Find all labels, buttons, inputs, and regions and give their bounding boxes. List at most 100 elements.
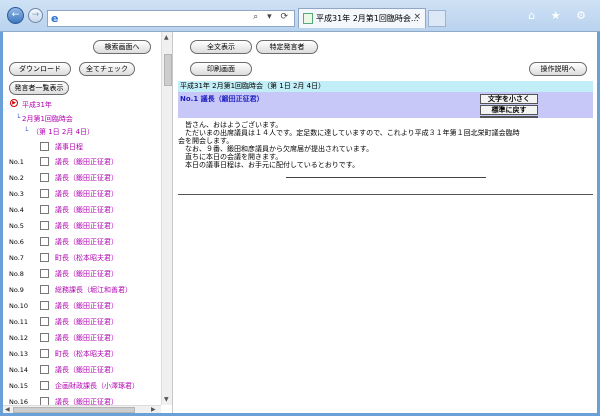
speech-checkbox[interactable] <box>40 349 49 358</box>
scroll-thumb[interactable] <box>13 407 135 413</box>
speech-checkbox[interactable] <box>40 365 49 374</box>
speech-checkbox[interactable] <box>40 301 49 310</box>
left-vertical-scrollbar[interactable]: ▲ ▼ <box>161 32 172 405</box>
tree-session[interactable]: 2月第1回臨時会 <box>22 114 73 124</box>
scroll-down-icon[interactable]: ▼ <box>164 396 169 403</box>
right-frame: 全文表示 特定発言者 印刷画面 操作説明へ 平成31年 2月第1回臨時会（第 1… <box>174 32 597 413</box>
text-smaller-button[interactable]: 文字を小さく <box>480 94 538 104</box>
speech-list-item[interactable]: No.12 議長（鍛田正征君） <box>9 331 164 347</box>
forward-arrow-icon: → <box>31 10 40 20</box>
speech-speaker[interactable]: 町長（松本昭夫君） <box>55 253 118 263</box>
speech-number: No.3 <box>9 190 24 198</box>
home-favorites-settings-icons[interactable]: ⌂ ★ ⚙ <box>528 9 592 22</box>
page-content: 検索画面へ ダウンロード 全てチェック 発言者一覧表示 ▶ 平成31年 └ 2月… <box>3 32 597 413</box>
close-tab-icon[interactable]: × <box>413 12 421 22</box>
speech-list-item[interactable]: No.8 議長（鍛田正征君） <box>9 267 164 283</box>
tree-day[interactable]: （第 1日 2月 4日） <box>32 127 94 137</box>
check-all-button[interactable]: 全てチェック <box>79 62 135 76</box>
speech-heading: No.1 議長（鍛田正征君） 文字を小さく 標準に戻す 文字を大きく <box>178 92 593 118</box>
speech-speaker[interactable]: 企画財政課長（小澤琢君） <box>55 381 139 391</box>
speech-checkbox[interactable] <box>40 189 49 198</box>
speech-list-item[interactable]: No.2 議長（鍛田正征君） <box>9 171 164 187</box>
speech-number: No.12 <box>9 334 29 342</box>
speech-line: 皆さん、おはようございます。 <box>178 121 283 129</box>
left-horizontal-scrollbar[interactable]: ◀ ▶ <box>3 405 161 413</box>
speech-checkbox[interactable] <box>40 237 49 246</box>
help-button[interactable]: 操作説明へ <box>529 62 587 76</box>
speech-speaker[interactable]: 総務課長（堀江和善君） <box>55 285 132 295</box>
browser-tab[interactable]: 平成31年 2月第1回臨時会... × <box>298 8 426 28</box>
speech-list-item[interactable]: No.5 議長（鍛田正征君） <box>9 219 164 235</box>
speech-checkbox[interactable] <box>40 333 49 342</box>
scroll-right-icon[interactable]: ▶ <box>151 406 156 413</box>
address-tools-icons[interactable]: ⌕ ▾ ⟳ <box>253 12 291 22</box>
tree-year[interactable]: 平成31年 <box>22 100 52 110</box>
address-bar[interactable]: e ⌕ ▾ ⟳ <box>47 10 295 27</box>
minutes-header: 平成31年 2月第1回臨時会（第 1日 2月 4日） <box>178 81 593 92</box>
speech-checkbox[interactable] <box>40 221 49 230</box>
speech-number: No.14 <box>9 366 29 374</box>
text-default-button[interactable]: 標準に戻す <box>480 105 538 115</box>
scroll-left-icon[interactable]: ◀ <box>5 406 10 413</box>
left-frame: 検索画面へ ダウンロード 全てチェック 発言者一覧表示 ▶ 平成31年 └ 2月… <box>3 32 173 413</box>
text-larger-button[interactable]: 文字を大きく <box>480 116 538 118</box>
speech-checkbox[interactable] <box>40 205 49 214</box>
tab-title: 平成31年 2月第1回臨時会... <box>316 14 419 23</box>
speech-speaker[interactable]: 町長（松本昭夫君） <box>55 349 118 359</box>
speech-body: 皆さん、おはようございます。 ただいまの出席議員は１４人です。定足数に達していま… <box>178 121 590 169</box>
speech-speaker[interactable]: 議長（鍛田正征君） <box>55 317 118 327</box>
speech-line: 会を開会します。 <box>178 137 234 145</box>
speech-checkbox[interactable] <box>40 381 49 390</box>
speech-list-item[interactable]: No.10 議長（鍛田正征君） <box>9 299 164 315</box>
speech-list-item[interactable]: No.11 議長（鍛田正征君） <box>9 315 164 331</box>
speech-checkbox[interactable] <box>40 269 49 278</box>
speaker-list-button[interactable]: 発言者一覧表示 <box>9 81 69 95</box>
speech-checkbox[interactable] <box>40 285 49 294</box>
speech-list-item[interactable]: No.3 議長（鍛田正征君） <box>9 187 164 203</box>
speech-speaker[interactable]: 議長（鍛田正征君） <box>55 157 118 167</box>
print-screen-button[interactable]: 印刷画面 <box>190 62 252 76</box>
tree-branch-icon: └ <box>24 127 29 135</box>
new-tab-button[interactable] <box>428 10 446 27</box>
ie-page-icon: e <box>51 12 59 25</box>
speech-list-item[interactable]: No.13 町長（松本昭夫君） <box>9 347 164 363</box>
speech-speaker[interactable]: 議長（鍛田正征君） <box>55 365 118 375</box>
speech-line: 直ちに本日の会議を開きます。 <box>178 153 283 161</box>
speech-number: No.7 <box>9 254 24 262</box>
tree-agenda[interactable]: 議事日程 <box>55 142 83 152</box>
speech-speaker[interactable]: 議長（鍛田正征君） <box>55 205 118 215</box>
speech-speaker[interactable]: 議長（鍛田正征君） <box>55 173 118 183</box>
scroll-thumb[interactable] <box>164 54 172 86</box>
speech-list-item[interactable]: No.4 議長（鍛田正征君） <box>9 203 164 219</box>
speech-speaker[interactable]: 議長（鍛田正征君） <box>55 189 118 199</box>
speech-checkbox[interactable] <box>40 157 49 166</box>
speech-list-item[interactable]: No.14 議長（鍛田正征君） <box>9 363 164 379</box>
forward-button[interactable]: → <box>28 8 43 23</box>
speech-speaker[interactable]: 議長（鍛田正征君） <box>55 221 118 231</box>
agenda-checkbox[interactable] <box>40 142 49 151</box>
back-button[interactable]: ← <box>7 7 24 24</box>
speech-speaker[interactable]: 議長（鍛田正征君） <box>55 269 118 279</box>
specific-speaker-button[interactable]: 特定発言者 <box>256 40 318 54</box>
show-all-button[interactable]: 全文表示 <box>190 40 252 54</box>
speech-list-item[interactable]: No.7 町長（松本昭夫君） <box>9 251 164 267</box>
speech-speaker[interactable]: 議長（鍛田正征君） <box>55 301 118 311</box>
speech-checkbox[interactable] <box>40 253 49 262</box>
speech-speaker[interactable]: 議長（鍛田正征君） <box>55 333 118 343</box>
speech-line: ただいまの出席議員は１４人です。定足数に達していますので、これより平成３１年第１… <box>178 129 520 137</box>
tree-root-icon: ▶ <box>10 99 18 107</box>
speech-list-item[interactable]: No.15 企画財政課長（小澤琢君） <box>9 379 164 395</box>
search-screen-button[interactable]: 検索画面へ <box>93 40 151 54</box>
speech-title: No.1 議長（鍛田正征君） <box>180 95 264 103</box>
section-divider <box>178 194 593 195</box>
scroll-up-icon[interactable]: ▲ <box>164 34 169 41</box>
speech-number: No.4 <box>9 206 24 214</box>
speech-list-item[interactable]: No.9 総務課長（堀江和善君） <box>9 283 164 299</box>
speech-speaker[interactable]: 議長（鍛田正征君） <box>55 237 118 247</box>
speech-number: No.2 <box>9 174 24 182</box>
speech-checkbox[interactable] <box>40 317 49 326</box>
download-button[interactable]: ダウンロード <box>9 62 71 76</box>
speech-checkbox[interactable] <box>40 173 49 182</box>
speech-list-item[interactable]: No.6 議長（鍛田正征君） <box>9 235 164 251</box>
speech-list-item[interactable]: No.1 議長（鍛田正征君） <box>9 155 164 171</box>
